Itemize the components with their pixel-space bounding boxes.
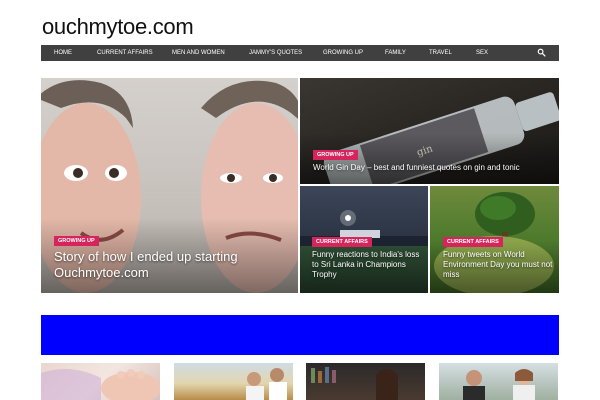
featured-post-cricket[interactable]: CURRENT AFFAIRS Funny reactions to India… [300, 186, 428, 293]
thumbnail-image [311, 367, 398, 400]
main-nav: HOME CURRENT AFFAIRS MEN AND WOMEN JAMMY… [41, 45, 559, 61]
search-icon[interactable] [537, 48, 546, 57]
nav-item-current-affairs[interactable]: CURRENT AFFAIRS [97, 50, 153, 56]
post-title[interactable]: Story of how I ended up starting Ouchmyt… [54, 249, 279, 281]
nav-item-men-and-women[interactable]: MEN AND WOMEN [172, 50, 225, 56]
category-tag[interactable]: CURRENT AFFAIRS [312, 237, 372, 247]
post-thumbnail-couple-field[interactable] [174, 363, 293, 400]
post-title[interactable]: Funny tweets on World Environment Day yo… [443, 250, 555, 280]
nav-item-sex[interactable]: SEX [476, 50, 488, 56]
category-tag[interactable]: GROWING UP [313, 150, 358, 160]
post-thumbnail-baby-feet[interactable] [41, 363, 160, 400]
post-thumbnail-couple-selfie[interactable] [439, 363, 558, 400]
post-title[interactable]: World Gin Day – best and funniest quotes… [313, 163, 553, 173]
post-thumbnail-bar[interactable] [306, 363, 425, 400]
nav-item-home[interactable]: HOME [54, 50, 72, 56]
featured-post-gin[interactable]: gin GROWING UP World Gin Day – best and … [300, 78, 559, 184]
featured-post-environment[interactable]: CURRENT AFFAIRS Funny tweets on World En… [430, 186, 559, 293]
nav-item-growing-up[interactable]: GROWING UP [323, 50, 363, 56]
site-logo[interactable]: ouchmytoe.com [42, 14, 194, 40]
ad-banner[interactable] [41, 315, 559, 355]
featured-post-main[interactable]: GROWING UP Story of how I ended up start… [41, 78, 298, 293]
nav-item-jammys-quotes[interactable]: JAMMY'S QUOTES [249, 50, 302, 56]
thumbnail-image [463, 369, 535, 400]
category-tag[interactable]: CURRENT AFFAIRS [443, 237, 503, 247]
nav-item-travel[interactable]: TRAVEL [429, 50, 452, 56]
thumbnail-image [41, 369, 160, 400]
post-title[interactable]: Funny reactions to India's loss to Sri L… [312, 250, 424, 280]
category-tag[interactable]: GROWING UP [54, 236, 99, 246]
thumbnail-image [246, 368, 287, 400]
nav-item-family[interactable]: FAMILY [385, 50, 406, 56]
